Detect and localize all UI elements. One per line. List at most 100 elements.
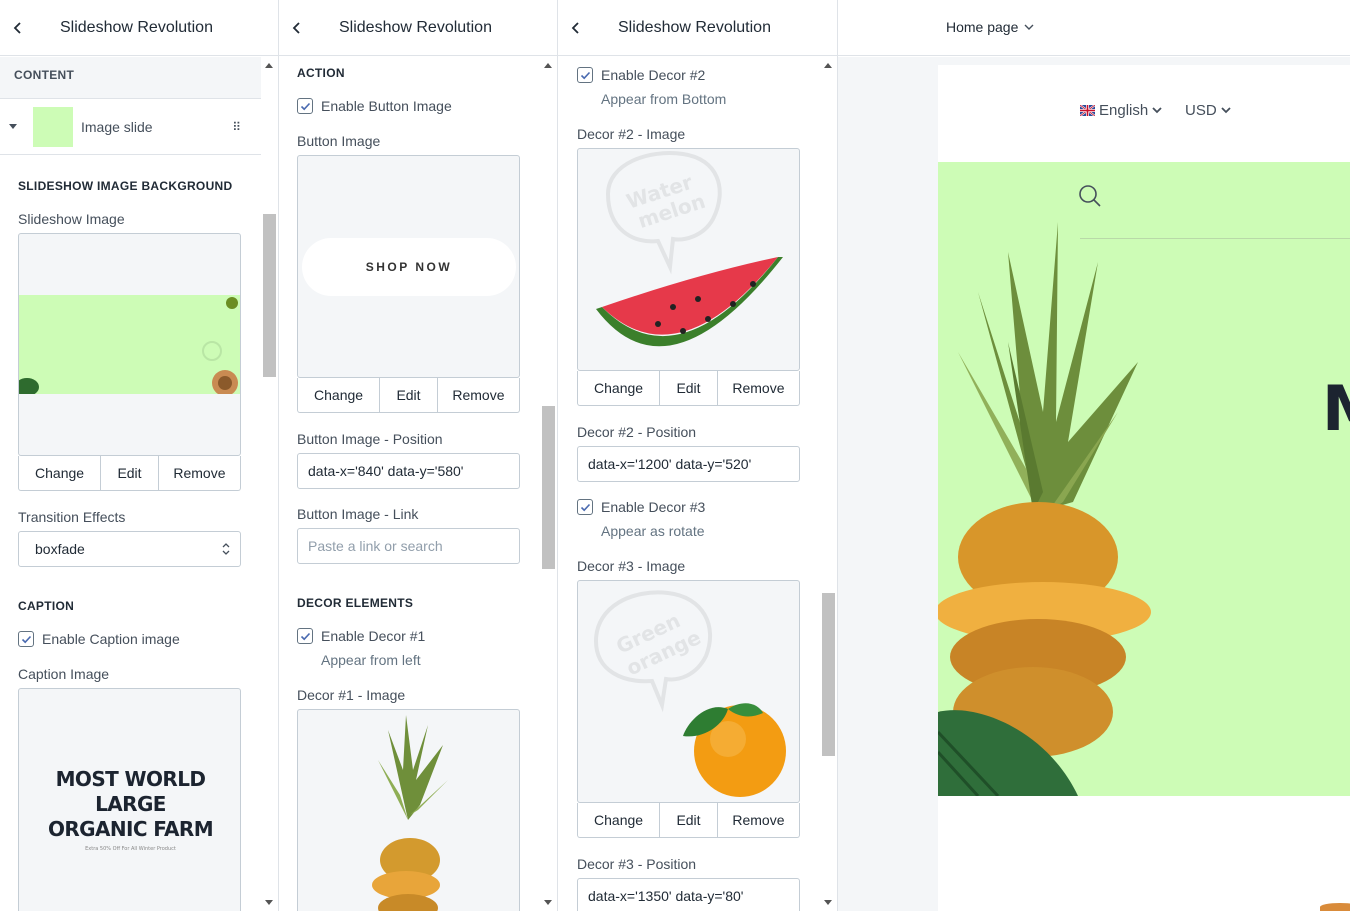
search-icon[interactable]: [1078, 184, 1102, 208]
decor3-position-input[interactable]: data-x='1350' data-y='80': [577, 878, 800, 911]
slideshow-thumb-decor: [19, 297, 238, 396]
bg-heading: SLIDESHOW IMAGE BACKGROUND: [18, 179, 233, 193]
edit-button[interactable]: Edit: [660, 371, 718, 405]
action-heading: ACTION: [297, 66, 345, 80]
hero-heading-partial: M: [1322, 372, 1350, 445]
decor1-image-label: Decor #1 - Image: [297, 687, 406, 703]
transition-value: boxfade: [35, 541, 85, 557]
caption-line-1: MOST WORLD LARGE: [55, 767, 206, 816]
content-heading: CONTENT: [14, 68, 75, 82]
decor3-position-label: Decor #3 - Position: [577, 856, 697, 872]
editor-panel-action: Slideshow Revolution ACTION Enable Butto…: [279, 0, 558, 911]
button-link-label: Button Image - Link: [297, 506, 419, 522]
button-image-preview[interactable]: SHOP NOW: [297, 155, 520, 378]
enable-button-image-checkbox[interactable]: Enable Button Image: [297, 98, 452, 114]
decor2-image-label: Decor #2 - Image: [577, 126, 686, 142]
change-button[interactable]: Change: [19, 456, 102, 490]
remove-button[interactable]: Remove: [718, 371, 799, 405]
caption-image-preview[interactable]: MOST WORLD LARGE ORGANIC FARM Extra 50% …: [18, 688, 241, 911]
button-image-label: Button Image: [297, 133, 381, 149]
enable-caption-checkbox[interactable]: Enable Caption image: [18, 631, 180, 647]
transition-select[interactable]: boxfade: [18, 531, 241, 567]
caption-heading: CAPTION: [18, 599, 75, 613]
page-select[interactable]: Home page: [946, 19, 1034, 35]
scroll-down-icon[interactable]: [265, 900, 273, 905]
scroll-thumb[interactable]: [263, 214, 276, 377]
scroll-up-icon[interactable]: [544, 63, 552, 68]
store-top-bar: English USD: [938, 65, 1350, 162]
scrollbar[interactable]: [261, 57, 278, 911]
decor-heading: DECOR ELEMENTS: [297, 596, 414, 610]
shop-now-image: SHOP NOW: [302, 238, 516, 296]
edit-button[interactable]: Edit: [660, 803, 718, 837]
chevron-down-icon: [1152, 107, 1162, 114]
enable-decor3-label: Enable Decor #3: [601, 499, 706, 515]
remove-button[interactable]: Remove: [718, 803, 799, 837]
language-selector[interactable]: English: [1080, 102, 1162, 119]
block-thumbnail: [33, 106, 73, 147]
decor1-image-preview[interactable]: [297, 709, 520, 911]
change-button[interactable]: Change: [298, 378, 381, 412]
scrollbar[interactable]: [820, 57, 837, 911]
checkbox-checked-icon[interactable]: [577, 67, 593, 83]
caret-down-icon[interactable]: [9, 124, 17, 129]
enable-decor1-label: Enable Decor #1: [321, 628, 426, 644]
scroll-down-icon[interactable]: [544, 900, 552, 905]
scroll-thumb[interactable]: [822, 593, 835, 756]
change-button[interactable]: Change: [578, 371, 661, 405]
panel-body: CONTENT Image slide ⠿ SLIDESHOW IMAGE BA…: [0, 57, 261, 911]
checkbox-checked-icon[interactable]: [297, 628, 313, 644]
chevron-down-icon: [1024, 24, 1034, 30]
caption-small-text: Extra 50% Off For All Winter Product: [85, 846, 176, 852]
enable-decor2-checkbox[interactable]: Enable Decor #2: [577, 67, 705, 83]
change-button[interactable]: Change: [578, 803, 661, 837]
panel-body: ACTION Enable Button Image Button Image …: [279, 57, 540, 911]
enable-decor1-checkbox[interactable]: Enable Decor #1: [297, 628, 425, 644]
transition-label: Transition Effects: [18, 509, 126, 525]
panel-header: Slideshow Revolution: [558, 0, 837, 56]
decor2-position-input[interactable]: data-x='1200' data-y='520': [577, 446, 800, 482]
remove-button[interactable]: Remove: [438, 378, 519, 412]
select-arrows-icon: [222, 543, 230, 555]
back-button[interactable]: [279, 0, 315, 56]
checkbox-checked-icon[interactable]: [297, 98, 313, 114]
scroll-up-icon[interactable]: [265, 63, 273, 68]
currency-selector[interactable]: USD: [1185, 102, 1231, 119]
checkbox-checked-icon[interactable]: [577, 499, 593, 515]
uk-flag-icon: [1080, 105, 1095, 116]
button-position-label: Button Image - Position: [297, 431, 443, 447]
chevron-down-icon: [1221, 107, 1231, 114]
caption-image-label: Caption Image: [18, 666, 110, 682]
drag-handle-icon[interactable]: ⠿: [232, 120, 241, 134]
button-link-input[interactable]: Paste a link or search: [297, 528, 520, 564]
button-position-input[interactable]: data-x='840' data-y='580': [297, 453, 520, 489]
scroll-up-icon[interactable]: [824, 63, 832, 68]
decor3-image-preview[interactable]: Green orange: [577, 580, 800, 803]
enable-decor3-checkbox[interactable]: Enable Decor #3: [577, 499, 705, 515]
back-button[interactable]: [558, 0, 594, 56]
decor2-image-preview[interactable]: Water melon: [577, 148, 800, 371]
scrollbar[interactable]: [540, 57, 557, 911]
slideshow-image-label: Slideshow Image: [18, 211, 125, 227]
remove-button[interactable]: Remove: [159, 456, 240, 490]
scroll-down-icon[interactable]: [824, 900, 832, 905]
decor3-hint: Appear as rotate: [601, 523, 705, 539]
checkbox-checked-icon[interactable]: [18, 631, 34, 647]
currency-label: USD: [1185, 102, 1217, 119]
slideshow-image-preview[interactable]: [18, 233, 241, 456]
edit-button[interactable]: Edit: [101, 456, 159, 490]
language-label: English: [1099, 102, 1149, 119]
content-section-bar: CONTENT: [0, 57, 261, 99]
editor-panel-decor: Slideshow Revolution Enable Decor #2 App…: [558, 0, 838, 911]
panel-title: Slideshow Revolution: [618, 18, 771, 36]
scroll-thumb[interactable]: [542, 406, 555, 569]
edit-button[interactable]: Edit: [380, 378, 438, 412]
back-button[interactable]: [0, 0, 36, 56]
block-row-image-slide[interactable]: Image slide ⠿: [0, 99, 261, 155]
panel-body: Enable Decor #2 Appear from Bottom Decor…: [558, 57, 820, 911]
caption-image-text: MOST WORLD LARGE ORGANIC FARM Extra 50% …: [19, 767, 240, 854]
next-section-peek: [1320, 903, 1350, 911]
editor-panel-slideshow: Slideshow Revolution CONTENT Image slide…: [0, 0, 279, 911]
storefront-page: English USD M: [938, 65, 1350, 911]
enable-caption-label: Enable Caption image: [42, 631, 180, 647]
